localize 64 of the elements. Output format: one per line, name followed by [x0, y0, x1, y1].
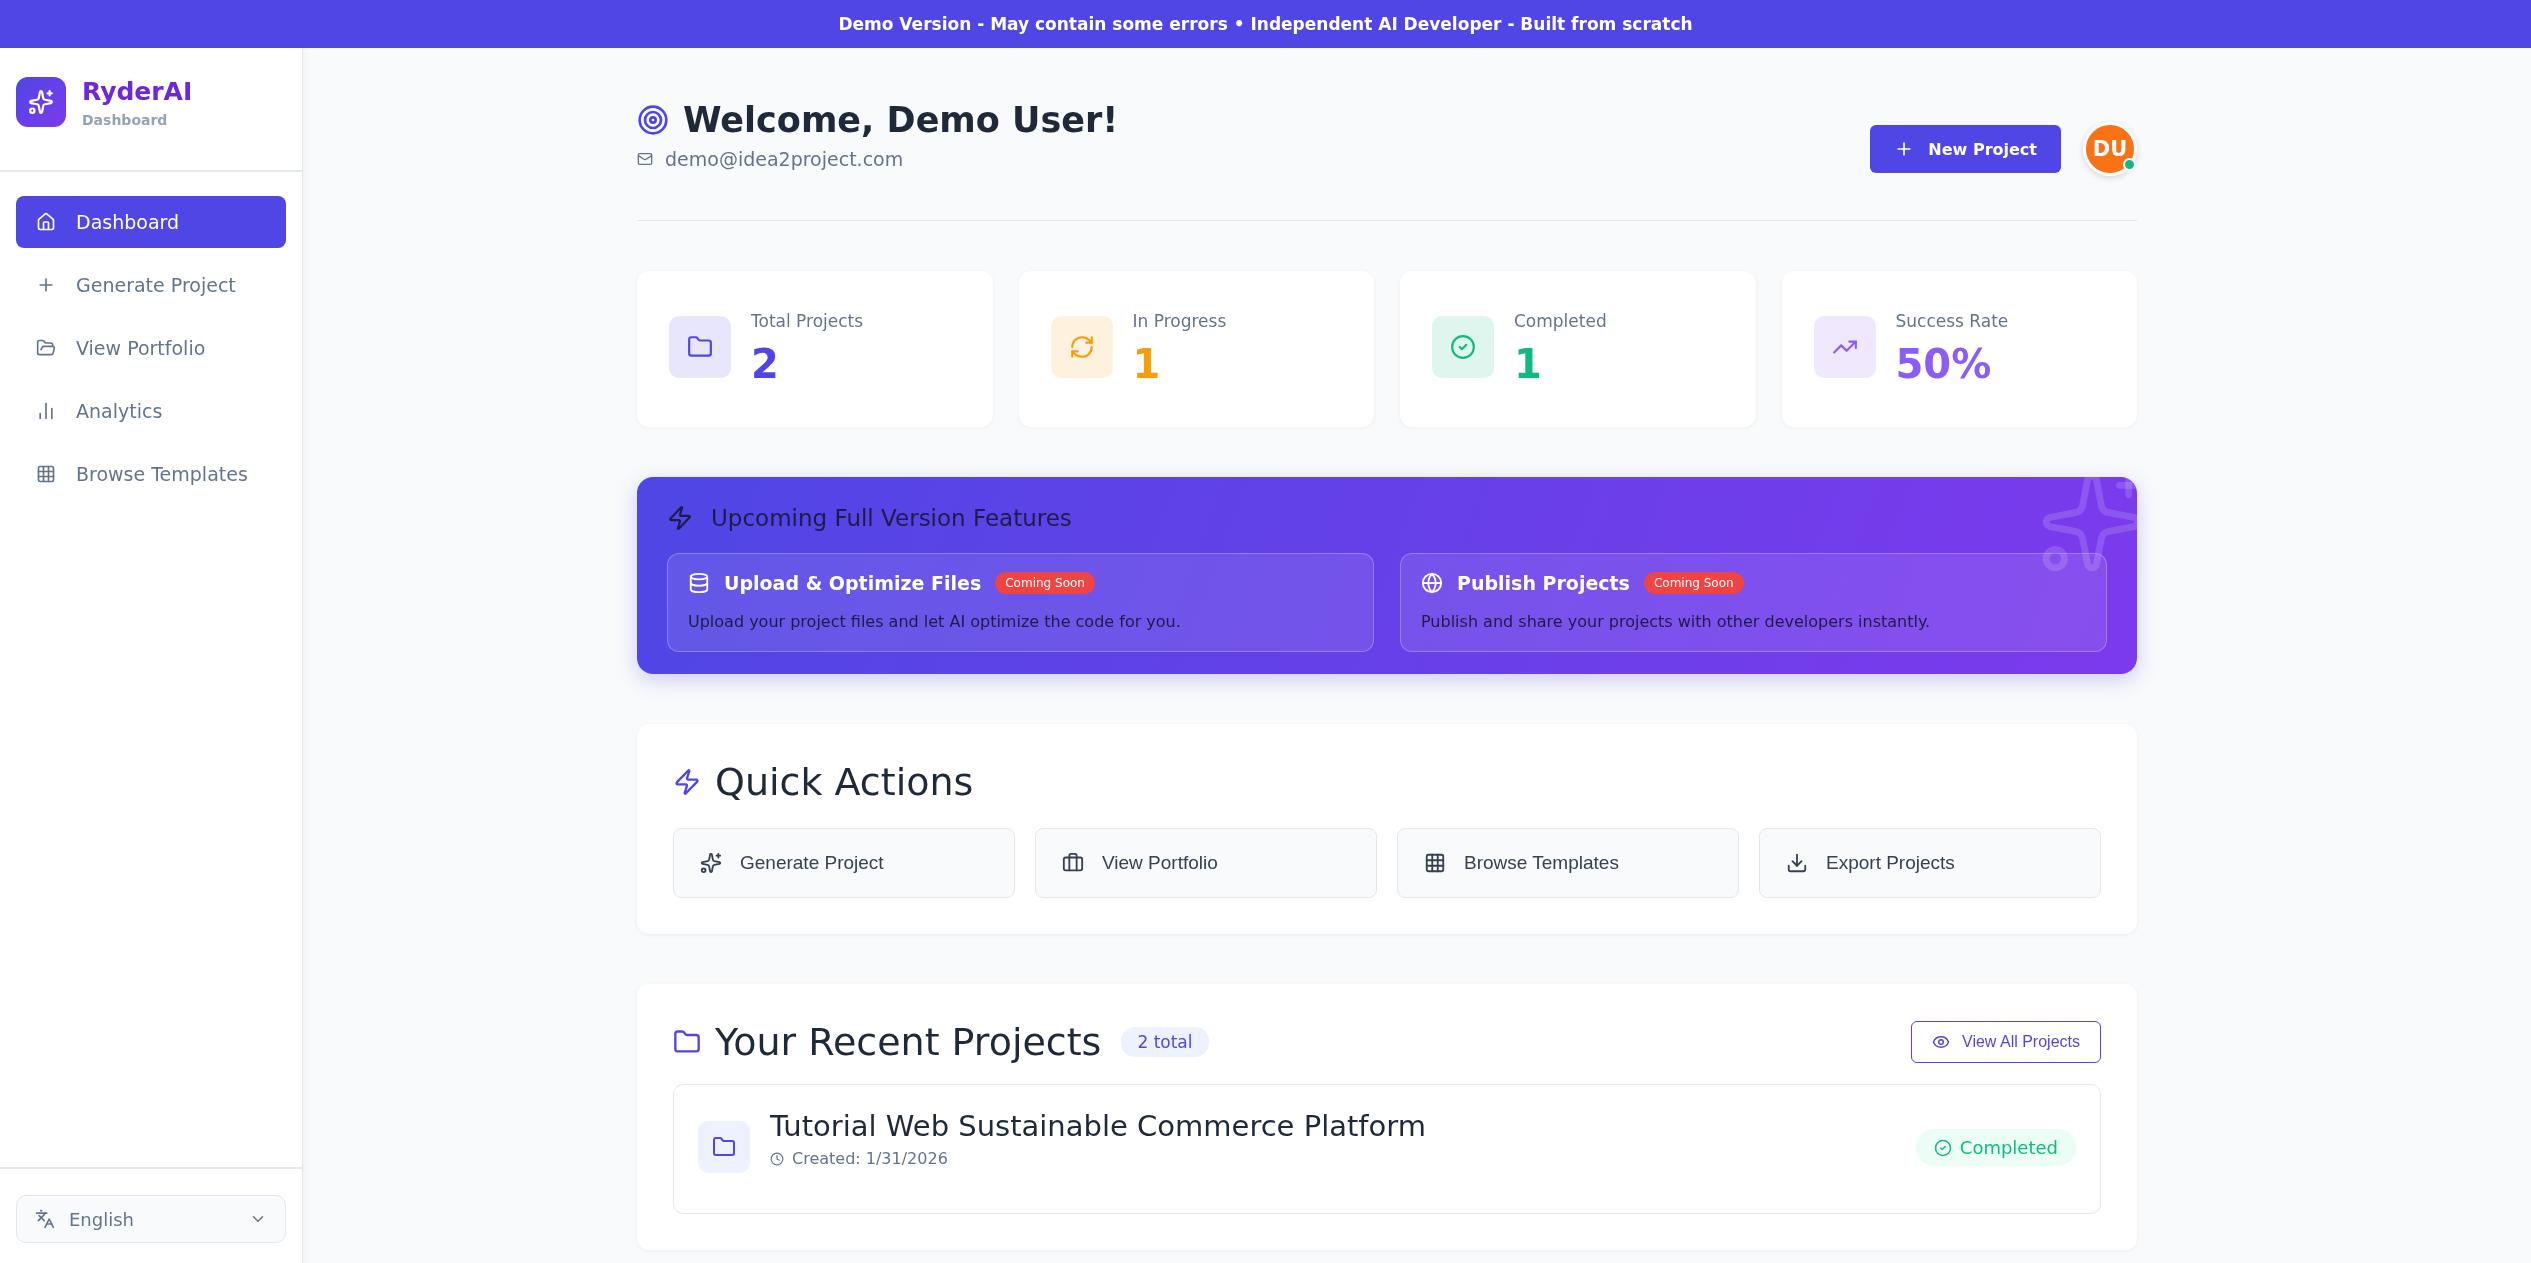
stat-icon [1050, 316, 1113, 378]
mail-icon [637, 151, 653, 167]
check-icon [1933, 1138, 1952, 1157]
lightning-icon [667, 505, 693, 531]
nav-icon [36, 212, 56, 232]
created-date: Created: 1/31/2026 [792, 1149, 948, 1168]
stat-label: Success Rate [1895, 311, 2009, 331]
stat-value: 1 [1132, 341, 1162, 387]
section-title: Your Recent Projects [715, 1020, 1102, 1064]
feature-description: Upload your project files and let AI optimize the code for you. [688, 612, 1182, 631]
stat-icon [1432, 316, 1494, 378]
nav-icon [36, 401, 56, 421]
nav-icon [36, 464, 56, 484]
coming-soon-badge: Coming Soon [1643, 572, 1744, 594]
target-icon [637, 104, 669, 136]
project-name: Tutorial Web Sustainable Commerce Platform [770, 1109, 1426, 1143]
stat-value: 1 [1514, 341, 1543, 387]
stat-icon [669, 316, 731, 378]
feature-title: Upload & Optimize Files [724, 572, 982, 594]
new-project-button[interactable]: New Project [1870, 125, 2061, 173]
stat-label: Completed [1514, 311, 1607, 331]
feature-title: Publish Projects [1457, 572, 1630, 594]
action-icon [700, 852, 722, 874]
project-card[interactable]: Tutorial Web Sustainable Commerce Platform Created: 1/31/2026 Completed [673, 1084, 2101, 1214]
feature-icon [688, 572, 710, 594]
action-icon [1062, 852, 1084, 874]
sparkles-logo-icon [16, 77, 66, 127]
translate-icon [35, 1209, 55, 1229]
quick-action-button[interactable]: View Portfolio [1035, 828, 1377, 898]
brand-name: RyderAI [82, 77, 193, 106]
stat-value: 50% [1895, 341, 1993, 387]
feature-icon [1421, 572, 1443, 594]
action-icon [1786, 852, 1808, 874]
action-icon [1424, 852, 1446, 874]
quick-action-button[interactable]: Browse Templates [1397, 828, 1739, 898]
stat-label: Total Projects [751, 311, 864, 331]
demo-banner: Demo Version - May contain some errors • Independent AI Developer - Built from scratch [0, 0, 2531, 48]
lightning-icon [673, 768, 701, 796]
nav-item[interactable]: Dashboard [16, 196, 286, 248]
coming-soon-badge: Coming Soon [995, 572, 1095, 594]
nav-item[interactable]: Analytics [16, 385, 286, 437]
stat-icon [1813, 316, 1876, 378]
folder-icon [673, 1028, 701, 1056]
brand-subtitle: Dashboard [82, 112, 169, 128]
nav-item[interactable]: Generate Project [16, 259, 286, 311]
nav-item[interactable]: Browse Templates [16, 448, 286, 500]
nav-item[interactable]: View Portfolio [16, 322, 286, 374]
language-select[interactable]: English [16, 1195, 286, 1243]
stat-label: In Progress [1132, 311, 1227, 331]
count-badge: 2 total [1121, 1027, 1209, 1057]
status-badge: Completed [1915, 1129, 2076, 1166]
feature-description: Publish and share your projects with other developers instantly. [1421, 612, 1932, 631]
clock-icon [770, 1151, 784, 1166]
section-title: Quick Actions [715, 760, 974, 804]
nav-icon [36, 338, 56, 358]
welcome-title: Welcome, Demo User! [683, 100, 1119, 140]
upcoming-title: Upcoming Full Version Features [711, 505, 1072, 531]
quick-action-button[interactable]: Generate Project [673, 828, 1015, 898]
view-all-projects-button[interactable]: View All Projects [1911, 1021, 2101, 1063]
user-email: demo@idea2project.com [665, 148, 904, 170]
stat-value: 2 [751, 341, 780, 387]
quick-action-button[interactable]: Export Projects [1759, 828, 2101, 898]
eye-icon [1932, 1033, 1950, 1051]
folder-icon [698, 1121, 750, 1173]
